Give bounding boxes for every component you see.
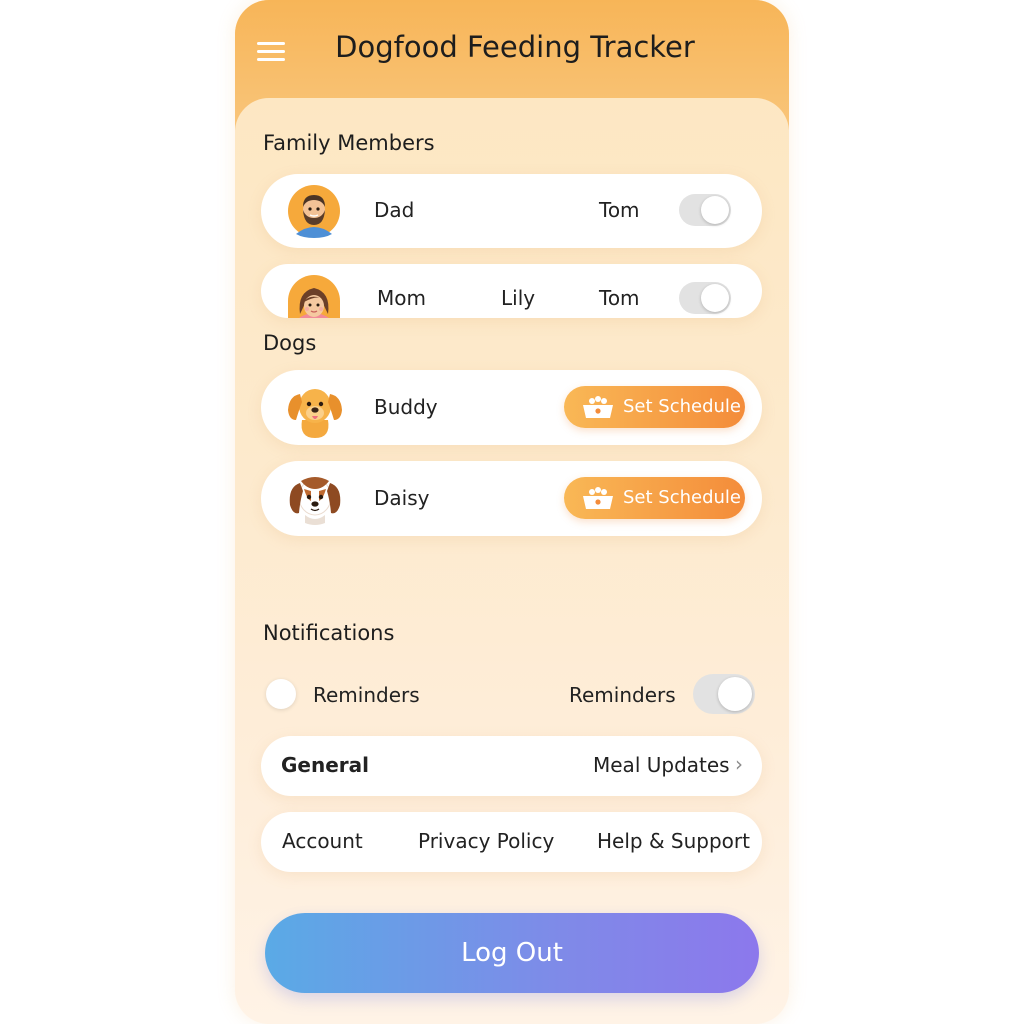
general-label: General (281, 753, 369, 777)
family-member-row[interactable]: Mom Lily Tom (261, 264, 762, 318)
chevron-right-icon: › (735, 752, 743, 776)
family-section-title: Family Members (263, 131, 435, 155)
set-schedule-button[interactable]: Set Schedule (564, 477, 745, 519)
family-member-assignee: Tom (599, 286, 640, 310)
app-title: Dogfood Feeding Tracker (335, 30, 695, 64)
family-member-name: Mom (377, 286, 426, 310)
set-schedule-label: Set Schedule (623, 487, 741, 508)
daisy-dog-icon (289, 477, 341, 525)
family-member-assignee: Tom (599, 198, 640, 222)
family-member-toggle[interactable] (679, 282, 731, 314)
links-row: Account Privacy Policy Help & Support (261, 812, 762, 872)
buddy-dog-icon (288, 389, 342, 438)
privacy-policy-link[interactable]: Privacy Policy (418, 829, 554, 853)
dad-avatar-icon (288, 185, 340, 238)
food-bowl-icon (583, 487, 613, 509)
food-bowl-icon (583, 396, 613, 418)
set-schedule-label: Set Schedule (623, 396, 741, 417)
help-support-link[interactable]: Help & Support (597, 829, 750, 853)
notifications-section-title: Notifications (263, 621, 395, 645)
log-out-button[interactable]: Log Out (265, 913, 759, 993)
set-schedule-button[interactable]: Set Schedule (564, 386, 745, 428)
family-member-toggle[interactable] (679, 194, 731, 226)
dog-name: Buddy (374, 395, 438, 419)
dog-name: Daisy (374, 486, 430, 510)
reminders-toggle-label: Reminders (569, 683, 676, 707)
family-member-row[interactable]: Dad Tom (261, 174, 762, 248)
mom-avatar-icon (288, 275, 340, 318)
general-value: Meal Updates (593, 753, 730, 777)
account-link[interactable]: Account (282, 829, 363, 853)
general-row[interactable]: General Meal Updates › (261, 736, 762, 796)
dog-row[interactable]: Daisy Set Schedule (261, 461, 762, 536)
reminders-label: Reminders (313, 683, 420, 707)
reminders-toggle[interactable] (693, 674, 755, 714)
family-member-other: Lily (501, 286, 536, 310)
main-content: Family Members Dad Tom Mom Lily Tom Dogs… (235, 98, 789, 1024)
reminders-radio[interactable] (266, 679, 296, 709)
dogs-section-title: Dogs (263, 331, 317, 355)
app-screen: Dogfood Feeding Tracker Family Members D… (235, 0, 789, 1024)
dog-row[interactable]: Buddy Set Schedule (261, 370, 762, 445)
family-member-name: Dad (374, 198, 415, 222)
